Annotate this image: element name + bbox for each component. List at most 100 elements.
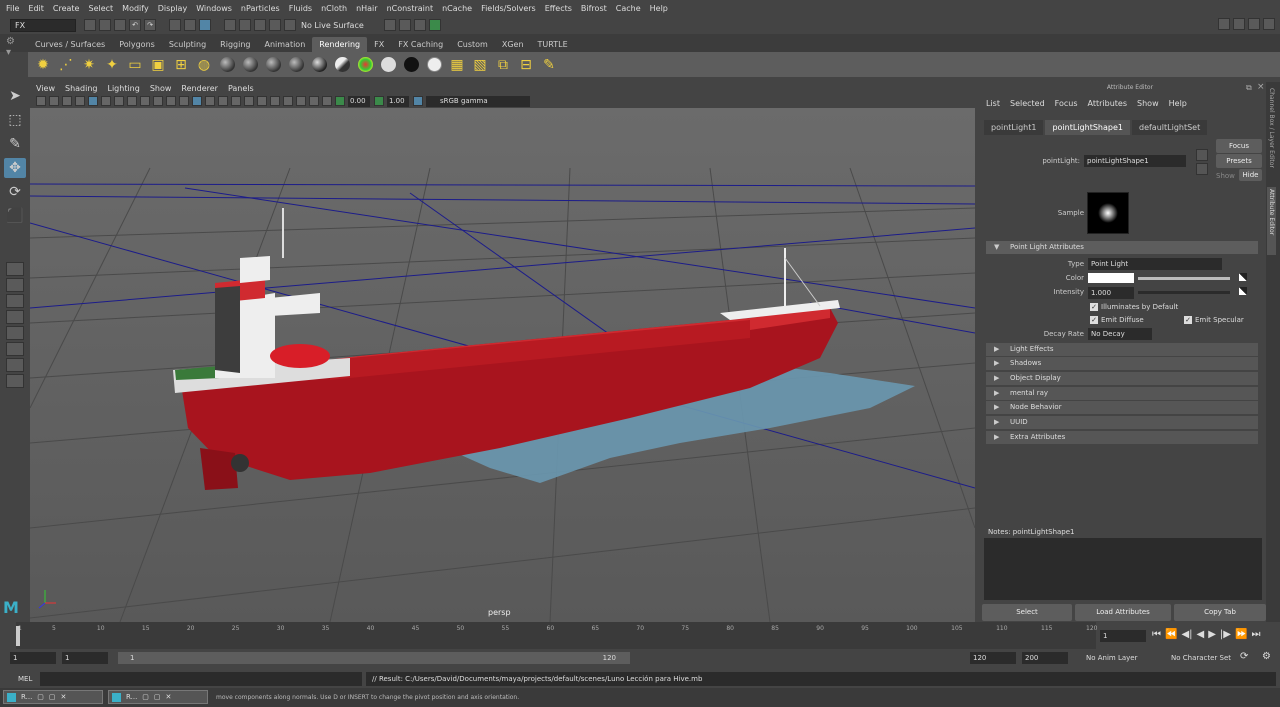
shelf-tab-curves[interactable]: Curves / Surfaces <box>28 37 112 52</box>
shelf-options-icon[interactable]: ⚙ ▾ <box>6 36 22 74</box>
step-forward-key-icon[interactable]: ⏩ <box>1235 629 1247 640</box>
paint-select-icon[interactable]: ✎ <box>4 134 26 154</box>
color-swatch[interactable] <box>1088 273 1134 283</box>
presets-button[interactable]: Presets <box>1216 154 1262 168</box>
play-forwards-icon[interactable]: ▶ <box>1208 629 1216 640</box>
lasso-tool-icon[interactable]: ⬚ <box>4 110 26 130</box>
gamma-icon[interactable] <box>374 96 384 106</box>
undo-icon[interactable]: ↶ <box>129 19 141 31</box>
save-scene-icon[interactable] <box>114 19 126 31</box>
render-view-icon[interactable]: ▦ <box>448 56 466 74</box>
restore-icon[interactable]: ▢ <box>142 693 149 701</box>
menu-select[interactable]: Select <box>88 4 113 13</box>
menu-set-dropdown[interactable]: FX <box>10 18 76 32</box>
menu-nconstraint[interactable]: nConstraint <box>387 4 434 13</box>
emit-specular-checkbox[interactable]: ✓ Emit Specular <box>1184 316 1244 324</box>
smooth-shade-icon[interactable] <box>179 96 189 106</box>
script-language-label[interactable]: MEL <box>18 675 32 683</box>
vp-menu-show[interactable]: Show <box>150 84 172 93</box>
go-to-end-icon[interactable]: ⏭ <box>1251 629 1260 640</box>
wireframe-on-shaded-icon[interactable] <box>192 96 202 106</box>
vp-menu-panels[interactable]: Panels <box>228 84 254 93</box>
isolate-select-icon[interactable] <box>296 96 306 106</box>
ambient-light-icon[interactable]: ✹ <box>34 56 52 74</box>
color-management-icon[interactable] <box>413 96 423 106</box>
minimized-window-1[interactable]: R... ▢ ▢ ✕ <box>3 690 103 704</box>
playback-start-field[interactable]: 1 <box>62 652 108 664</box>
render-icon[interactable] <box>383 19 396 31</box>
shelf-tab-animation[interactable]: Animation <box>257 37 312 52</box>
ae-menu-help[interactable]: Help <box>1169 99 1187 108</box>
hypershade-layout-icon[interactable] <box>6 326 24 340</box>
menu-edit[interactable]: Edit <box>28 4 44 13</box>
maximize-icon[interactable]: ▢ <box>49 693 56 701</box>
intensity-map-icon[interactable] <box>1239 287 1247 295</box>
range-slider[interactable]: 1 120 <box>118 652 630 664</box>
shelf-tab-fx-caching[interactable]: FX Caching <box>391 37 450 52</box>
menu-display[interactable]: Display <box>158 4 188 13</box>
section-uuid[interactable]: UUID <box>986 416 1258 429</box>
ae-menu-selected[interactable]: Selected <box>1010 99 1045 108</box>
aniso-material-icon[interactable] <box>310 56 328 74</box>
current-time-marker[interactable] <box>16 626 20 646</box>
ipr-render-icon[interactable] <box>398 19 411 31</box>
step-back-frame-icon[interactable]: ◀| <box>1181 629 1192 640</box>
layout-icon[interactable] <box>1218 18 1230 30</box>
directional-light-icon[interactable]: ⋰ <box>57 56 75 74</box>
ambient-occlusion-icon[interactable] <box>244 96 254 106</box>
redo-icon[interactable]: ↷ <box>144 19 156 31</box>
show-button[interactable]: Show <box>1216 172 1235 180</box>
camera-attributes-icon[interactable] <box>49 96 59 106</box>
open-scene-icon[interactable] <box>99 19 111 31</box>
select-object-icon[interactable] <box>184 19 196 31</box>
section-extra-attributes[interactable]: Extra Attributes <box>986 431 1258 444</box>
lambert-material-icon[interactable] <box>241 56 259 74</box>
snap-point-icon[interactable] <box>254 19 266 31</box>
color-map-icon[interactable] <box>1239 273 1247 281</box>
view-transform-dropdown[interactable]: sRGB gamma <box>426 95 530 107</box>
batch-render-icon[interactable]: ✎ <box>540 56 558 74</box>
attribute-editor-toggle-icon[interactable] <box>1263 18 1275 30</box>
new-scene-icon[interactable] <box>84 19 96 31</box>
shelf-tab-rigging[interactable]: Rigging <box>213 37 257 52</box>
light-link-icon[interactable]: ⊞ <box>172 56 190 74</box>
persp-graph-layout-icon[interactable] <box>6 310 24 324</box>
resolution-gate-icon[interactable] <box>114 96 124 106</box>
animation-end-field[interactable]: 200 <box>1022 652 1068 664</box>
phonge-material-icon[interactable] <box>287 56 305 74</box>
go-to-input-icon[interactable] <box>1196 149 1208 161</box>
illuminates-by-default-checkbox[interactable]: ✓ Illuminates by Default <box>1090 303 1178 311</box>
section-object-display[interactable]: Object Display <box>986 372 1258 385</box>
vp-menu-view[interactable]: View <box>36 84 55 93</box>
character-set-dropdown[interactable]: No Character Set <box>1171 654 1231 662</box>
menu-help[interactable]: Help <box>650 4 668 13</box>
vp-menu-renderer[interactable]: Renderer <box>181 84 218 93</box>
notes-textarea[interactable] <box>984 538 1262 600</box>
bookmark-icon[interactable] <box>62 96 72 106</box>
render-globals-icon[interactable]: ⊟ <box>517 56 535 74</box>
rotate-tool-icon[interactable]: ⟳ <box>4 182 26 202</box>
node-name-field[interactable]: pointLightShape1 <box>1084 155 1186 167</box>
menu-windows[interactable]: Windows <box>196 4 232 13</box>
ae-menu-attributes[interactable]: Attributes <box>1088 99 1128 108</box>
ae-menu-show[interactable]: Show <box>1137 99 1159 108</box>
shelf-tab-turtle[interactable]: TURTLE <box>531 37 575 52</box>
vp-menu-lighting[interactable]: Lighting <box>107 84 139 93</box>
hypershade-icon[interactable] <box>428 19 441 31</box>
attribute-editor-tab[interactable]: Attribute Editor <box>1267 187 1276 255</box>
hide-button[interactable]: Hide <box>1239 169 1262 181</box>
decay-rate-dropdown[interactable]: No Decay <box>1088 328 1152 340</box>
more-layouts-icon[interactable] <box>6 374 24 388</box>
shelf-tab-sculpting[interactable]: Sculpting <box>162 37 213 52</box>
close-window-icon[interactable]: ✕ <box>166 693 172 701</box>
current-frame-field[interactable]: 1 <box>1100 630 1146 642</box>
menu-bifrost[interactable]: Bifrost <box>581 4 607 13</box>
preferences-icon[interactable]: ⚙ <box>1262 651 1271 662</box>
emit-diffuse-checkbox[interactable]: ✓ Emit Diffuse <box>1090 316 1144 324</box>
exposure-field[interactable]: 0.00 <box>348 95 370 107</box>
maximize-icon[interactable]: ▢ <box>154 693 161 701</box>
select-component-icon[interactable] <box>199 19 211 31</box>
section-node-behavior[interactable]: Node Behavior <box>986 401 1258 414</box>
camera-select-icon[interactable] <box>36 96 46 106</box>
play-backwards-icon[interactable]: ◀ <box>1197 629 1205 640</box>
